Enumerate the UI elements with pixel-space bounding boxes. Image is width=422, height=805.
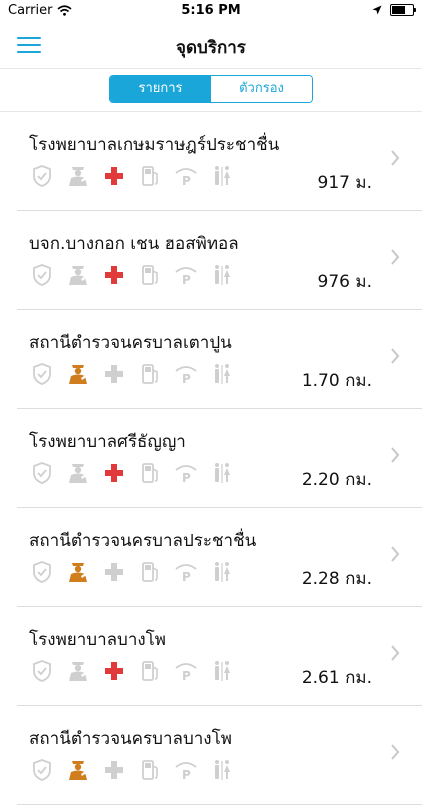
fuel-icon: [137, 758, 163, 782]
fuel-icon: [137, 362, 163, 386]
parking-icon: P: [173, 164, 199, 188]
place-name: สถานีตำรวจนครบาลเตาปูน: [29, 333, 232, 353]
list-item[interactable]: โรงพยาบาลบางโพ P 2.61 กม.: [17, 607, 422, 706]
page-title: จุดบริการ: [176, 38, 246, 58]
fuel-icon: [137, 461, 163, 485]
parking-icon: P: [173, 461, 199, 485]
service-icons: P: [29, 560, 235, 584]
shield-icon: [29, 758, 55, 782]
fuel-icon: [137, 659, 163, 683]
distance-label: 917 ม.: [317, 173, 372, 193]
location-arrow-icon: [372, 5, 382, 15]
shield-icon: [29, 560, 55, 584]
chevron-right-icon: [390, 744, 404, 760]
shield-icon: [29, 263, 55, 287]
chevron-right-icon: [390, 447, 404, 463]
police-icon: [65, 758, 91, 782]
fuel-icon: [137, 263, 163, 287]
medical-icon: [101, 560, 127, 584]
chevron-right-icon: [390, 546, 404, 562]
place-name: สถานีตำรวจนครบาลประชาชื่น: [29, 531, 257, 551]
segmented-control: รายการ ตัวกรอง: [109, 75, 313, 103]
tab-list[interactable]: รายการ: [110, 76, 211, 102]
restroom-icon: [209, 362, 235, 386]
distance-label: 976 ม.: [317, 272, 372, 292]
medical-icon: [101, 164, 127, 188]
svg-text:P: P: [182, 174, 191, 187]
medical-icon: [101, 758, 127, 782]
shield-icon: [29, 164, 55, 188]
restroom-icon: [209, 263, 235, 287]
status-right: [372, 4, 416, 16]
service-icons: P: [29, 164, 235, 188]
distance-label: 2.61 กม.: [301, 668, 372, 688]
shield-icon: [29, 362, 55, 386]
place-name: สถานีตำรวจนครบาลบางโพ: [29, 729, 232, 749]
list-item[interactable]: โรงพยาบาลเกษมราษฎร์ประชาชื่น P 917 ม.: [17, 112, 422, 211]
shield-icon: [29, 659, 55, 683]
svg-text:P: P: [182, 570, 191, 583]
list-item[interactable]: สถานีตำรวจนครบาลประชาชื่น P 2.28 กม.: [17, 508, 422, 607]
parking-icon: P: [173, 263, 199, 287]
police-icon: [65, 164, 91, 188]
navigation-bar: จุดบริการ: [0, 22, 422, 69]
list-item[interactable]: สถานีตำรวจนครบาลบางโพ P: [17, 706, 422, 805]
medical-icon: [101, 362, 127, 386]
restroom-icon: [209, 164, 235, 188]
place-list: โรงพยาบาลเกษมราษฎร์ประชาชื่น P 917 ม. บจก.บ…: [0, 112, 422, 805]
parking-icon: P: [173, 560, 199, 584]
status-bar: Carrier 5:16 PM: [0, 0, 422, 22]
fuel-icon: [137, 164, 163, 188]
police-icon: [65, 659, 91, 683]
place-name: โรงพยาบาลศรีธัญญา: [29, 432, 186, 452]
segment-bar: รายการ ตัวกรอง: [0, 69, 422, 112]
medical-icon: [101, 263, 127, 287]
restroom-icon: [209, 560, 235, 584]
police-icon: [65, 461, 91, 485]
service-icons: P: [29, 659, 235, 683]
tab-filter[interactable]: ตัวกรอง: [211, 76, 312, 102]
list-item[interactable]: โรงพยาบาลศรีธัญญา P 2.20 กม.: [17, 409, 422, 508]
distance-label: 2.28 กม.: [301, 569, 372, 589]
service-icons: P: [29, 758, 235, 782]
medical-icon: [101, 461, 127, 485]
place-name: บจก.บางกอก เชน ฮอสพิทอล: [29, 234, 239, 254]
shield-icon: [29, 461, 55, 485]
parking-icon: P: [173, 362, 199, 386]
service-icons: P: [29, 461, 235, 485]
battery-icon: [390, 4, 416, 16]
service-icons: P: [29, 362, 235, 386]
svg-text:P: P: [182, 372, 191, 385]
restroom-icon: [209, 659, 235, 683]
svg-text:P: P: [182, 669, 191, 682]
police-icon: [65, 263, 91, 287]
restroom-icon: [209, 461, 235, 485]
chevron-right-icon: [390, 348, 404, 364]
list-item[interactable]: บจก.บางกอก เชน ฮอสพิทอล P 976 ม.: [17, 211, 422, 310]
distance-label: 1.70 กม.: [301, 371, 372, 391]
place-name: โรงพยาบาลบางโพ: [29, 630, 167, 650]
status-time: 5:16 PM: [181, 3, 241, 18]
service-icons: P: [29, 263, 235, 287]
chevron-right-icon: [390, 645, 404, 661]
medical-icon: [101, 659, 127, 683]
parking-icon: P: [173, 659, 199, 683]
police-icon: [65, 560, 91, 584]
chevron-right-icon: [390, 249, 404, 265]
police-icon: [65, 362, 91, 386]
chevron-right-icon: [390, 150, 404, 166]
svg-text:P: P: [182, 471, 191, 484]
list-item[interactable]: สถานีตำรวจนครบาลเตาปูน P 1.70 กม.: [17, 310, 422, 409]
svg-text:P: P: [182, 768, 191, 781]
parking-icon: P: [173, 758, 199, 782]
place-name: โรงพยาบาลเกษมราษฎร์ประชาชื่น: [29, 135, 280, 155]
svg-text:P: P: [182, 273, 191, 286]
fuel-icon: [137, 560, 163, 584]
distance-label: 2.20 กม.: [301, 470, 372, 490]
restroom-icon: [209, 758, 235, 782]
